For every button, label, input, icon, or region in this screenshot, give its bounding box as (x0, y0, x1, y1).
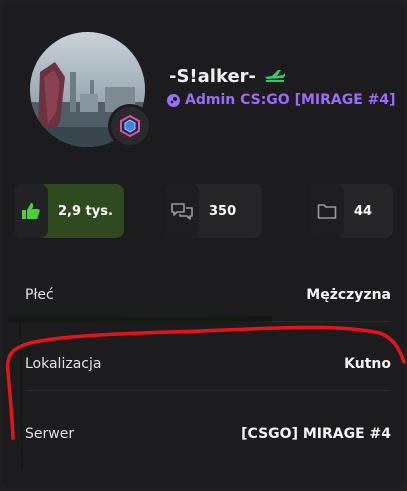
folder-icon (310, 184, 344, 238)
username[interactable]: -S!alker- (169, 66, 256, 87)
avatar-container[interactable] (30, 32, 152, 148)
user-role[interactable]: Admin CS:GO [MIRAGE #4] (185, 92, 396, 108)
steam-icon (167, 93, 180, 107)
reactions-stat[interactable]: 2,9 tys. (14, 184, 124, 238)
thumbs-up-icon (14, 184, 48, 238)
profile-card: -S!alker- Admin CS:GO [MIRAGE #4] 2,9 ty… (3, 2, 404, 488)
username-row: -S!alker- (169, 66, 286, 87)
info-label: Płeć (25, 287, 54, 303)
info-row-server: Serwer [CSGO] MIRAGE #4 (25, 399, 391, 469)
divider (25, 321, 391, 322)
posts-count: 350 (209, 203, 237, 219)
posts-stat[interactable]: 350 (165, 184, 262, 238)
info-label: Serwer (25, 426, 75, 442)
reactions-count: 2,9 tys. (58, 203, 113, 219)
speech-bubbles-icon (165, 184, 199, 238)
files-stat[interactable]: 44 (310, 184, 393, 238)
info-label: Lokalizacja (25, 356, 102, 372)
plane-icon (264, 66, 286, 87)
info-value[interactable]: [CSGO] MIRAGE #4 (241, 426, 391, 442)
role-row: Admin CS:GO [MIRAGE #4] (167, 92, 396, 108)
files-count: 44 (354, 203, 373, 219)
divider (25, 390, 391, 391)
info-row-location: Lokalizacja Kutno (25, 329, 391, 399)
rank-emblem-icon[interactable] (108, 104, 152, 148)
info-value: Kutno (344, 356, 391, 372)
info-value: Mężczyzna (306, 287, 391, 303)
info-row-gender: Płeć Mężczyzna (25, 260, 391, 330)
